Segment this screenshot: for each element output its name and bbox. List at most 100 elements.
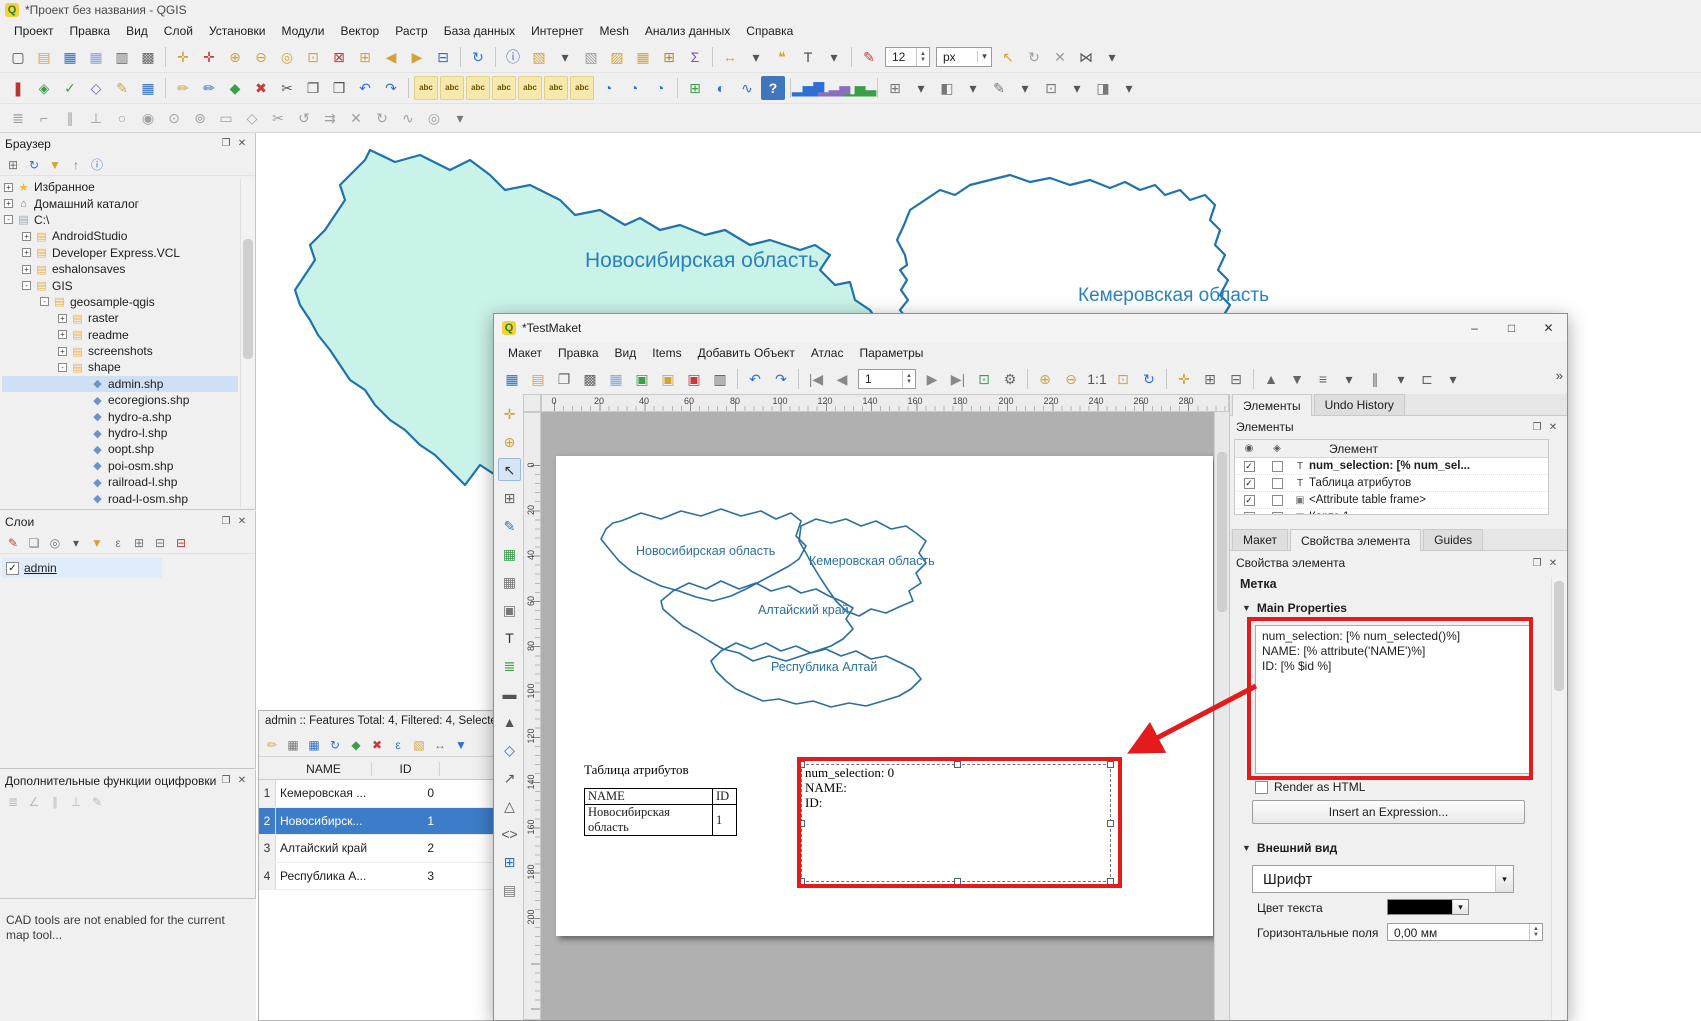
- close-icon[interactable]: ✕: [234, 136, 250, 151]
- close-icon[interactable]: ✕: [234, 514, 250, 529]
- visibility-checkbox[interactable]: ✓: [1235, 478, 1263, 489]
- diagram-options-icon[interactable]: ◔: [596, 76, 620, 100]
- attribute-table-row[interactable]: 2 Новосибирск... 1: [259, 808, 493, 836]
- browser-tree-item[interactable]: + ⌂ Домашний каталог: [2, 195, 238, 211]
- field-calculator-icon[interactable]: ⊞: [657, 45, 681, 69]
- attr-multiedit-icon[interactable]: ▦: [284, 736, 302, 754]
- browser-tree-item[interactable]: ◆ hydro-l.shp: [2, 425, 238, 441]
- attribute-table-caption[interactable]: Таблица атрибутов: [584, 762, 689, 778]
- font-selector[interactable]: Шрифт ▾: [1252, 865, 1514, 893]
- chevron-down-icon[interactable]: ▾: [977, 51, 991, 62]
- layout-items-row[interactable]: ✓ T num_selection: [% num_sel...: [1235, 458, 1548, 475]
- visibility-checkbox[interactable]: ✓: [1235, 495, 1263, 506]
- main-properties-group[interactable]: ▼ Main Properties: [1230, 601, 1347, 615]
- layout-zoom-100-icon[interactable]: 1:1: [1085, 367, 1109, 391]
- layout-menu-item[interactable]: Вид: [607, 344, 645, 362]
- copy-features-icon[interactable]: ❐: [301, 76, 325, 100]
- attr-delete-icon[interactable]: ✖: [368, 736, 386, 754]
- tool-add-legend-icon[interactable]: ≣: [498, 654, 521, 677]
- annotation-dropdown-icon[interactable]: ▾: [822, 45, 846, 69]
- menu-item[interactable]: Слой: [156, 22, 201, 40]
- selected-label-item[interactable]: num_selection: 0NAME:ID:: [801, 764, 1111, 882]
- tab-item-properties[interactable]: Свойства элемента: [1290, 529, 1421, 551]
- zoom-last-icon[interactable]: ◀: [379, 45, 403, 69]
- tool-add-html-icon[interactable]: <>: [498, 822, 521, 845]
- histogram-2-icon[interactable]: ▂▃▅: [822, 76, 846, 100]
- open-attribute-table-icon[interactable]: ▦: [631, 45, 655, 69]
- close-icon[interactable]: ✕: [1530, 314, 1567, 342]
- zoom-to-layer-icon[interactable]: ⊞: [353, 45, 377, 69]
- expander-icon[interactable]: +: [58, 314, 67, 323]
- layout-undo-icon[interactable]: ↶: [743, 367, 767, 391]
- profile-plot-icon[interactable]: ∿: [735, 76, 759, 100]
- label-move-icon[interactable]: abc: [492, 76, 516, 100]
- menu-item[interactable]: База данных: [436, 22, 523, 40]
- browser-tree-item[interactable]: ◆ hydro-a.shp: [2, 408, 238, 424]
- atlas-settings-icon[interactable]: ⚙: [998, 367, 1022, 391]
- horizontal-margin-spinner[interactable]: 0,00 мм ▲▼: [1387, 923, 1543, 941]
- collapse-all-icon[interactable]: ↑: [67, 156, 85, 174]
- browser-tree-item[interactable]: - ▤ GIS: [2, 277, 238, 293]
- menu-item[interactable]: Проект: [6, 22, 62, 40]
- atlas-next-icon[interactable]: ▶: [920, 367, 944, 391]
- attr-select-expression-icon[interactable]: ε: [389, 736, 407, 754]
- resize-dropdown-icon[interactable]: ▾: [1441, 367, 1465, 391]
- save-project-as-icon[interactable]: ▦: [84, 45, 108, 69]
- remove-layer-icon[interactable]: ⊟: [172, 534, 190, 552]
- layout-print-icon[interactable]: ▥: [708, 367, 732, 391]
- histogram-3-icon[interactable]: ▁▅▃: [848, 76, 872, 100]
- tool-edit-nodes-icon[interactable]: ✎: [498, 514, 521, 537]
- tool-add-shape-icon[interactable]: ◇: [498, 738, 521, 761]
- tool-add-picture-icon[interactable]: ▣: [498, 598, 521, 621]
- attr-add-feature-icon[interactable]: ◆: [347, 736, 365, 754]
- tool-add-attribute-table-icon[interactable]: ⊞: [498, 850, 521, 873]
- close-icon[interactable]: ✕: [234, 773, 250, 788]
- measure-icon[interactable]: ↔: [718, 45, 742, 69]
- raise-items-icon[interactable]: ▲: [1259, 367, 1283, 391]
- tab-undo-history[interactable]: Undo History: [1314, 394, 1405, 415]
- new-spatialite-icon[interactable]: ✎: [110, 76, 134, 100]
- add-selected-layer-icon[interactable]: ⊞: [4, 156, 22, 174]
- circle-2p-icon[interactable]: ○: [110, 106, 134, 130]
- appearance-group[interactable]: ▼ Внешний вид: [1230, 841, 1337, 855]
- statistics-icon[interactable]: Σ: [683, 45, 707, 69]
- layout-manager-icon[interactable]: ▩: [136, 45, 160, 69]
- undock-icon[interactable]: ❐: [1529, 556, 1545, 571]
- regular-polygon-icon[interactable]: ◇: [240, 106, 264, 130]
- layout-zoom-out-icon[interactable]: ⊖: [1059, 367, 1083, 391]
- tab-items[interactable]: Элементы: [1232, 394, 1312, 416]
- undock-icon[interactable]: ❐: [218, 136, 234, 151]
- render-as-html-row[interactable]: Render as HTML: [1255, 780, 1365, 794]
- expander-icon[interactable]: +: [58, 347, 67, 356]
- tool-add-map-icon[interactable]: ▦: [498, 542, 521, 565]
- attribute-table-row[interactable]: 3 Алтайский край 2: [259, 835, 493, 863]
- menu-item[interactable]: Установки: [201, 22, 273, 40]
- distribute-dropdown-icon[interactable]: ▾: [1389, 367, 1413, 391]
- raster-draw-icon[interactable]: ✎: [987, 76, 1011, 100]
- browser-tree-item[interactable]: - ▤ shape: [2, 359, 238, 375]
- lock-checkbox[interactable]: [1263, 461, 1291, 472]
- browser-tree-item[interactable]: + ▤ AndroidStudio: [2, 228, 238, 244]
- spinner-arrows-icon[interactable]: ▲▼: [916, 48, 929, 66]
- expander-icon[interactable]: +: [4, 199, 13, 208]
- spinner-arrows-icon[interactable]: ▲▼: [1529, 924, 1542, 940]
- layout-items-row[interactable]: ✓ ▦ Карта 1: [1235, 509, 1548, 515]
- undock-icon[interactable]: ❐: [1529, 420, 1545, 435]
- raster-mask-dropdown-icon[interactable]: ▾: [1065, 76, 1089, 100]
- filter-browser-icon[interactable]: ▼: [46, 156, 64, 174]
- tool-move-content-icon[interactable]: ⊞: [498, 486, 521, 509]
- show-guides-icon[interactable]: ⊟: [1224, 367, 1248, 391]
- align-dropdown-icon[interactable]: ▾: [1337, 367, 1361, 391]
- attr-move-selection-icon[interactable]: ↔: [431, 736, 449, 754]
- tool-add-north-arrow-icon[interactable]: ▲: [498, 710, 521, 733]
- resize-handle[interactable]: [798, 820, 805, 827]
- tab-layout[interactable]: Макет: [1232, 529, 1288, 550]
- label-rotate-icon[interactable]: abc: [518, 76, 542, 100]
- align-items-icon[interactable]: ≡: [1311, 367, 1335, 391]
- browser-tree-item[interactable]: ◆ poi-osm.shp: [2, 458, 238, 474]
- chevron-down-icon[interactable]: ▾: [1452, 900, 1468, 914]
- manage-themes-icon[interactable]: ◎: [46, 534, 64, 552]
- zoom-in-icon[interactable]: ⊕: [223, 45, 247, 69]
- browser-tree-item[interactable]: - ▤ C:\: [2, 212, 238, 228]
- trim-extend-icon[interactable]: ✕: [344, 106, 368, 130]
